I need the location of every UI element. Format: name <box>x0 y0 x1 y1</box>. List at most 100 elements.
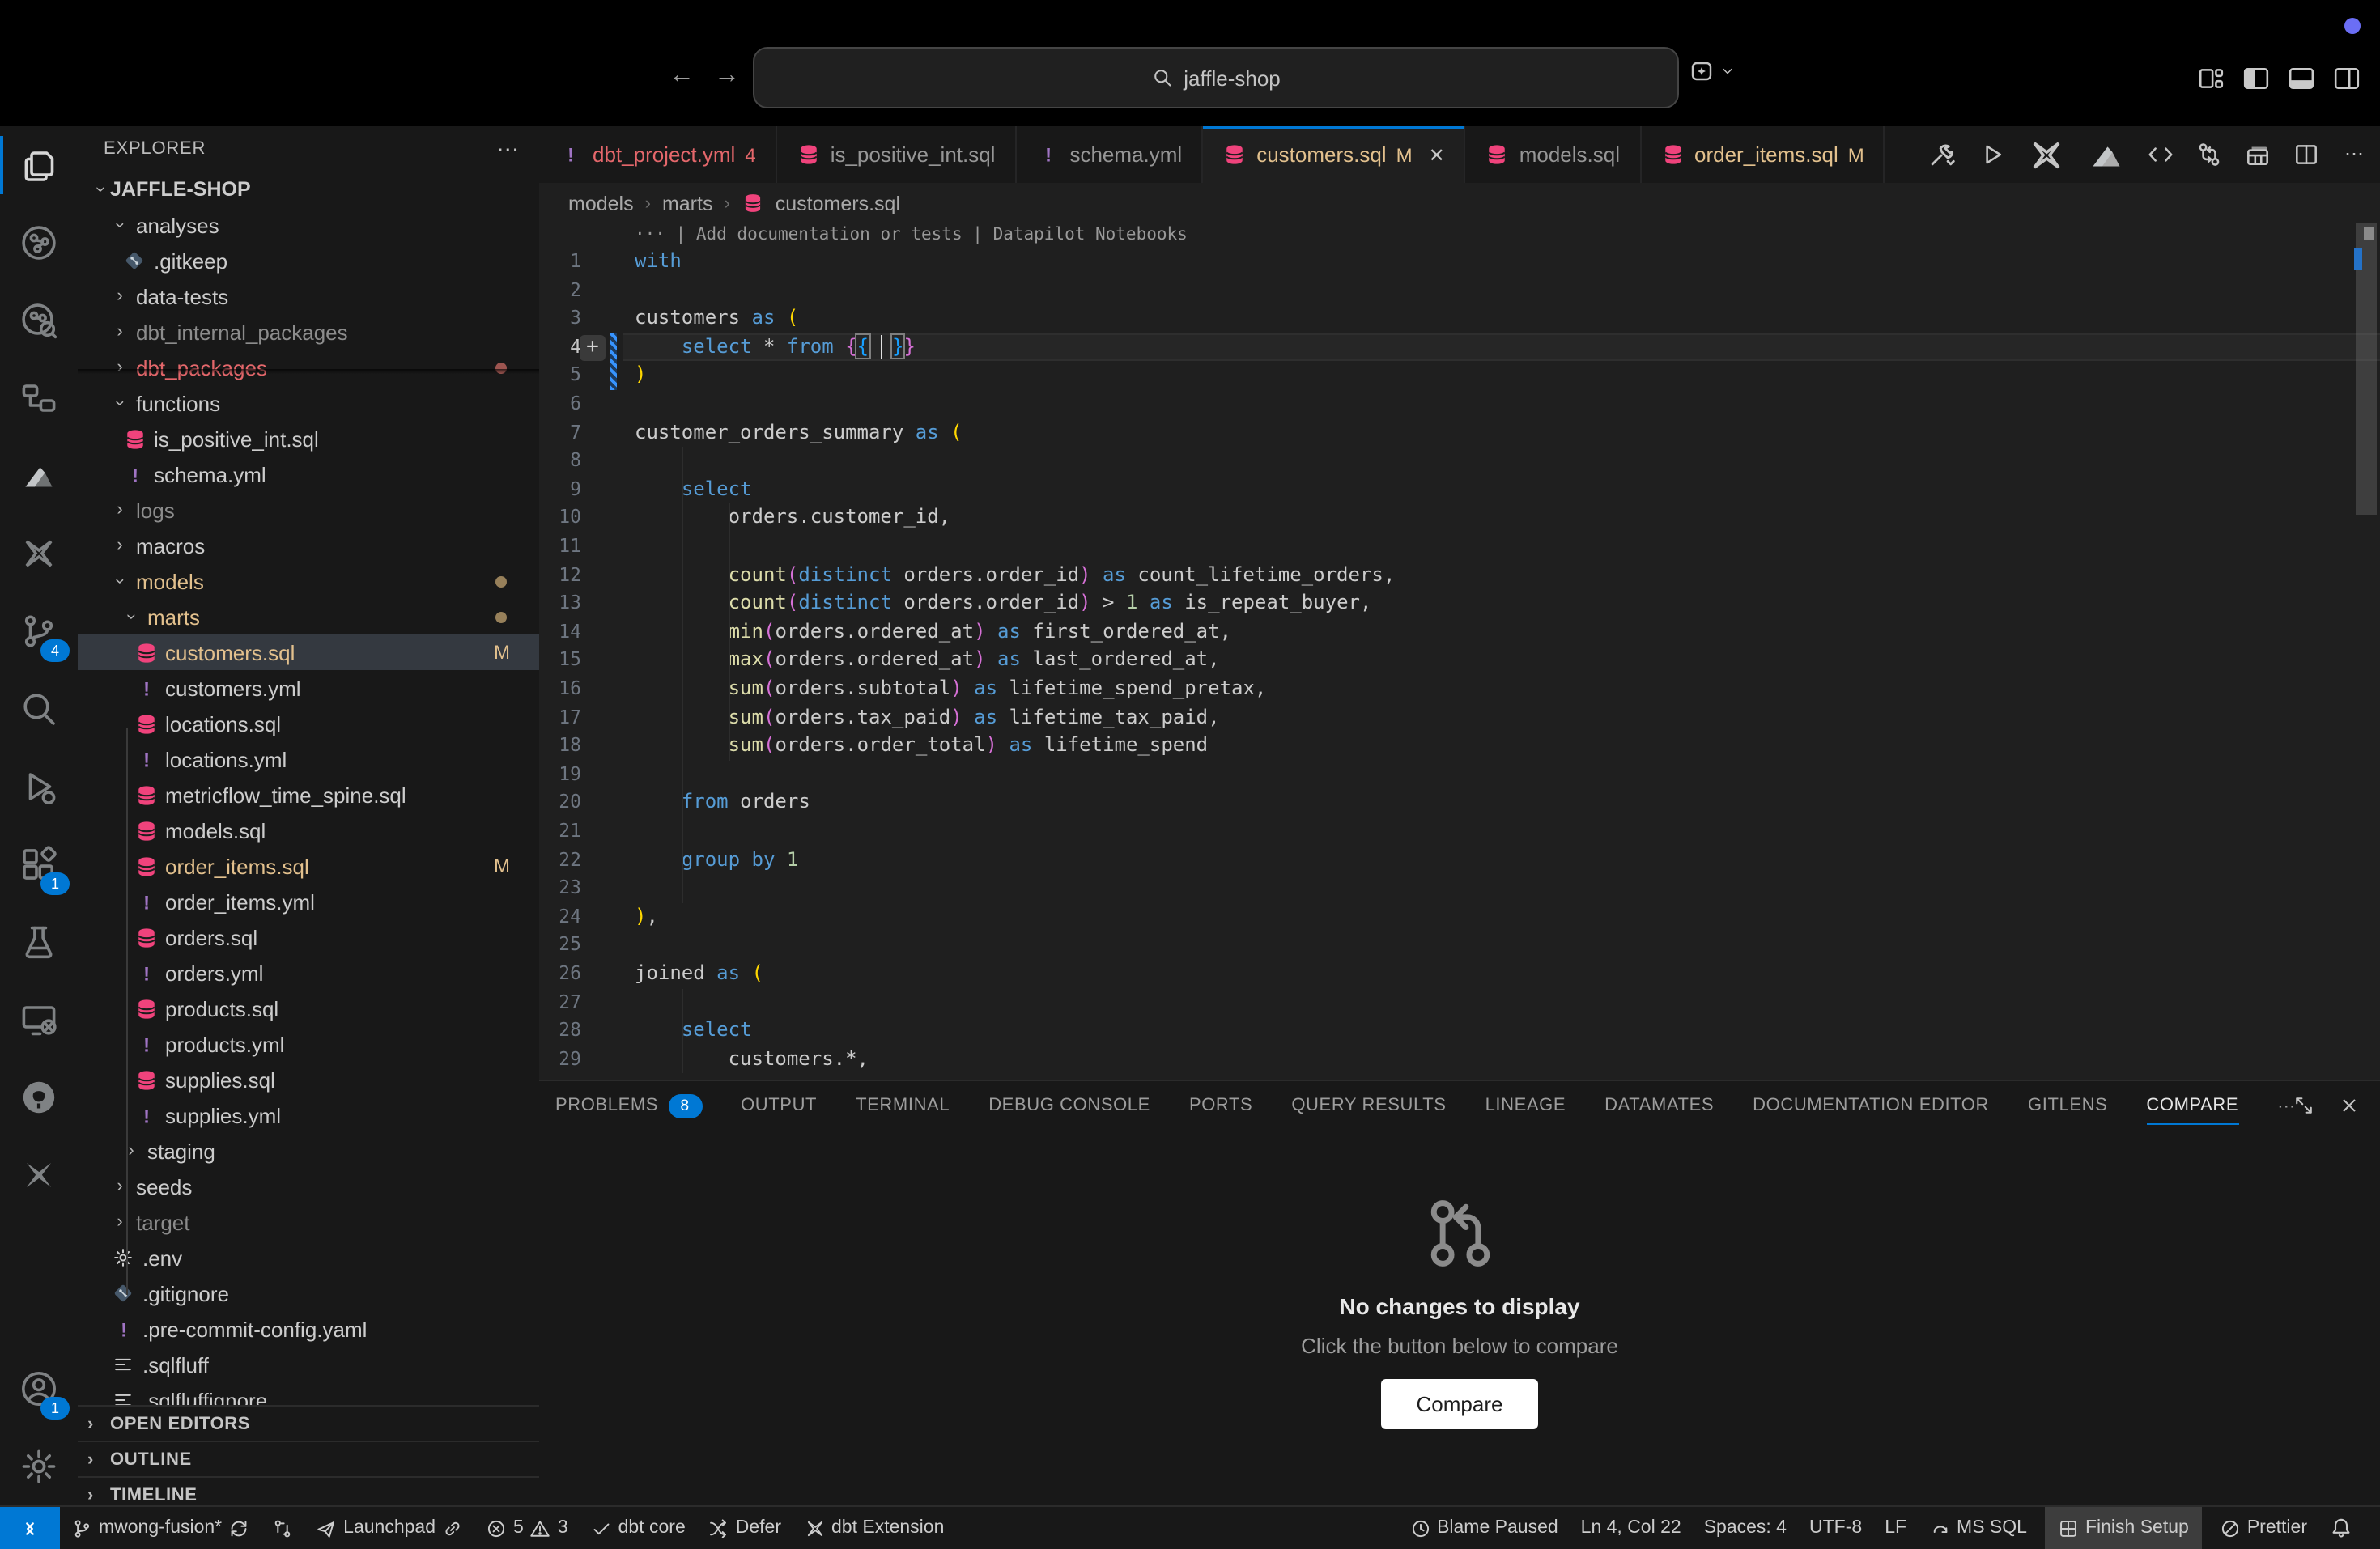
tree-item-metricflow_time_spine.sql[interactable]: metricflow_time_spine.sql <box>78 777 539 813</box>
status-defer[interactable]: Defer <box>708 1507 781 1549</box>
status-cursor-position[interactable]: Ln 4, Col 22 <box>1581 1507 1681 1549</box>
tree-item-logs[interactable]: ›logs <box>78 492 539 528</box>
section-header-timeline[interactable]: ›TIMELINE <box>78 1476 541 1505</box>
breadcrumb-item[interactable]: marts <box>662 192 713 214</box>
tree-item-staging[interactable]: ›staging <box>78 1133 539 1169</box>
tree-item-locations.yml[interactable]: !locations.yml <box>78 741 539 777</box>
activity-item-remote-explorer[interactable] <box>0 981 78 1059</box>
tree-item-models.sql[interactable]: models.sql <box>78 813 539 848</box>
tab-is_positive_int.sql[interactable]: is_positive_int.sql <box>777 126 1017 183</box>
section-header-outline[interactable]: ›OUTLINE <box>78 1441 541 1478</box>
customize-layout-icon[interactable] <box>2197 65 2225 92</box>
tree-item-customers.sql[interactable]: customers.sqlM <box>78 634 539 670</box>
panel-tab-problems[interactable]: PROBLEMS8 <box>555 1081 702 1130</box>
panel-tab-ports[interactable]: PORTS <box>1189 1081 1252 1130</box>
tree-item-schema.yml[interactable]: !schema.yml <box>78 456 539 492</box>
activity-item-dbt-power-user[interactable] <box>0 515 78 592</box>
tree-item-seeds[interactable]: ›seeds <box>78 1169 539 1204</box>
editor-action-split-icon[interactable] <box>2293 141 2320 168</box>
status-prettier[interactable]: Prettier <box>2220 1507 2307 1549</box>
activity-item-flowchart[interactable] <box>0 359 78 437</box>
tree-item-supplies.yml[interactable]: !supplies.yml <box>78 1097 539 1133</box>
status-indentation[interactable]: Spaces: 4 <box>1704 1507 1787 1549</box>
tree-item-functions[interactable]: ›functions <box>78 385 539 421</box>
tree-item-products.yml[interactable]: !products.yml <box>78 1026 539 1062</box>
editor-action-dbtx-icon[interactable] <box>2027 135 2066 174</box>
codelens-link[interactable]: ··· <box>635 225 665 244</box>
editor-action-more-icon[interactable]: ⋯ <box>2341 142 2367 168</box>
tree-item-marts[interactable]: ›marts <box>78 599 539 634</box>
status-language-mode[interactable]: MS SQL <box>1929 1507 2027 1549</box>
status-blame[interactable]: Blame Paused <box>1409 1507 1558 1549</box>
activity-item-lineage-scan[interactable] <box>0 282 78 359</box>
tree-root[interactable]: › JAFFLE-SHOP <box>78 172 539 207</box>
remote-indicator[interactable] <box>0 1507 60 1549</box>
panel-tab-output[interactable]: OUTPUT <box>741 1081 817 1130</box>
code-editor[interactable]: ··· | Add documentation or tests | Datap… <box>539 223 2380 1081</box>
status-encoding[interactable]: UTF-8 <box>1809 1507 1862 1549</box>
editor-action-altimate-icon[interactable] <box>2087 135 2126 174</box>
status-eol[interactable]: LF <box>1885 1507 1906 1549</box>
maximize-panel-icon[interactable] <box>2293 1094 2315 1117</box>
panel-tab-gitlens[interactable]: GITLENS <box>2028 1081 2107 1130</box>
tree-item-supplies.sql[interactable]: supplies.sql <box>78 1062 539 1097</box>
codelens-link[interactable]: Add documentation or tests <box>696 225 963 244</box>
panel-tab-compare[interactable]: COMPARE <box>2146 1081 2238 1130</box>
status-launchpad[interactable]: Launchpad <box>316 1507 463 1549</box>
breadcrumb[interactable]: models › marts › customers.sql <box>539 183 2380 223</box>
tree-item-target[interactable]: ›target <box>78 1204 539 1240</box>
editor-action-table-icon[interactable] <box>2244 141 2272 168</box>
tab-customers.sql[interactable]: customers.sqlM✕ <box>1203 126 1466 183</box>
panel-tab-debug-console[interactable]: DEBUG CONSOLE <box>988 1081 1150 1130</box>
panel-tab-terminal[interactable]: TERMINAL <box>856 1081 950 1130</box>
tab-schema.yml[interactable]: !schema.yml <box>1016 126 1203 183</box>
status-finish-setup[interactable]: Finish Setup <box>2045 1507 2202 1549</box>
status-notifications[interactable] <box>2330 1507 2352 1549</box>
tree-item-data-tests[interactable]: ›data-tests <box>78 278 539 314</box>
activity-item-testing[interactable] <box>0 903 78 981</box>
toggle-sidebar-icon[interactable] <box>2242 65 2270 92</box>
activity-item-run-debug[interactable] <box>0 748 78 825</box>
tab-dbt_project.yml[interactable]: !dbt_project.yml4 <box>539 126 777 183</box>
tree-item-orders.sql[interactable]: orders.sql <box>78 919 539 955</box>
activity-item-dbt-alt[interactable] <box>0 1136 78 1214</box>
tree-item-macros[interactable]: ›macros <box>78 528 539 563</box>
status-compare-branches[interactable] <box>272 1507 293 1549</box>
activity-item-source-control[interactable]: 4 <box>0 592 78 670</box>
tree-item-analyses[interactable]: ›analyses <box>78 207 539 243</box>
codelens-link[interactable]: Datapilot Notebooks <box>993 225 1188 244</box>
status-dbt-extension[interactable]: dbt Extension <box>804 1507 944 1549</box>
copilot-menu-button[interactable] <box>1689 58 1736 84</box>
status-dbt-core[interactable]: dbt core <box>591 1507 686 1549</box>
close-tab-icon[interactable]: ✕ <box>1429 143 1445 166</box>
toggle-panel-icon[interactable] <box>2288 65 2315 92</box>
tab-order_items.sql[interactable]: order_items.sqlM <box>1641 126 1885 183</box>
editor-action-play-icon[interactable] <box>1978 141 2006 168</box>
activity-item-lineage[interactable] <box>0 204 78 282</box>
activity-item-github[interactable] <box>0 1059 78 1136</box>
back-arrow-icon[interactable]: ← <box>669 62 695 91</box>
add-line-button[interactable]: + <box>580 335 606 361</box>
codelens[interactable]: ··· | Add documentation or tests | Datap… <box>635 225 1188 244</box>
activity-item-accounts[interactable]: 1 <box>0 1350 78 1428</box>
tree-item-products.sql[interactable]: products.sql <box>78 991 539 1026</box>
activity-item-settings[interactable] <box>0 1428 78 1505</box>
close-panel-icon[interactable] <box>2338 1094 2361 1117</box>
tree-item-.pre-commit-config.yaml[interactable]: !.pre-commit-config.yaml <box>78 1311 539 1347</box>
panel-tab-lineage[interactable]: LINEAGE <box>1485 1081 1566 1130</box>
tree-item-.env[interactable]: .env <box>78 1240 539 1275</box>
activity-item-altimate[interactable] <box>0 437 78 515</box>
tree-item-.gitignore[interactable]: .gitignore <box>78 1275 539 1311</box>
tree-item-dbt_packages[interactable]: ›dbt_packages <box>78 350 539 385</box>
panel-tab-query-results[interactable]: QUERY RESULTS <box>1291 1081 1446 1130</box>
activity-item-explorer[interactable] <box>0 126 78 204</box>
forward-arrow-icon[interactable]: → <box>714 62 740 91</box>
panel-tab-documentation-editor[interactable]: DOCUMENTATION EDITOR <box>1753 1081 1989 1130</box>
panel-tab-datamates[interactable]: DATAMATES <box>1604 1081 1714 1130</box>
editor-action-hammer-chevron-icon[interactable] <box>1927 139 1957 170</box>
tree-item-dbt_internal_packages[interactable]: ›dbt_internal_packages <box>78 314 539 350</box>
tree-item-order_items.sql[interactable]: order_items.sqlM <box>78 848 539 884</box>
editor-action-code-tag-icon[interactable] <box>2147 141 2174 168</box>
activity-item-search[interactable] <box>0 670 78 748</box>
compare-button[interactable]: Compare <box>1381 1379 1539 1429</box>
